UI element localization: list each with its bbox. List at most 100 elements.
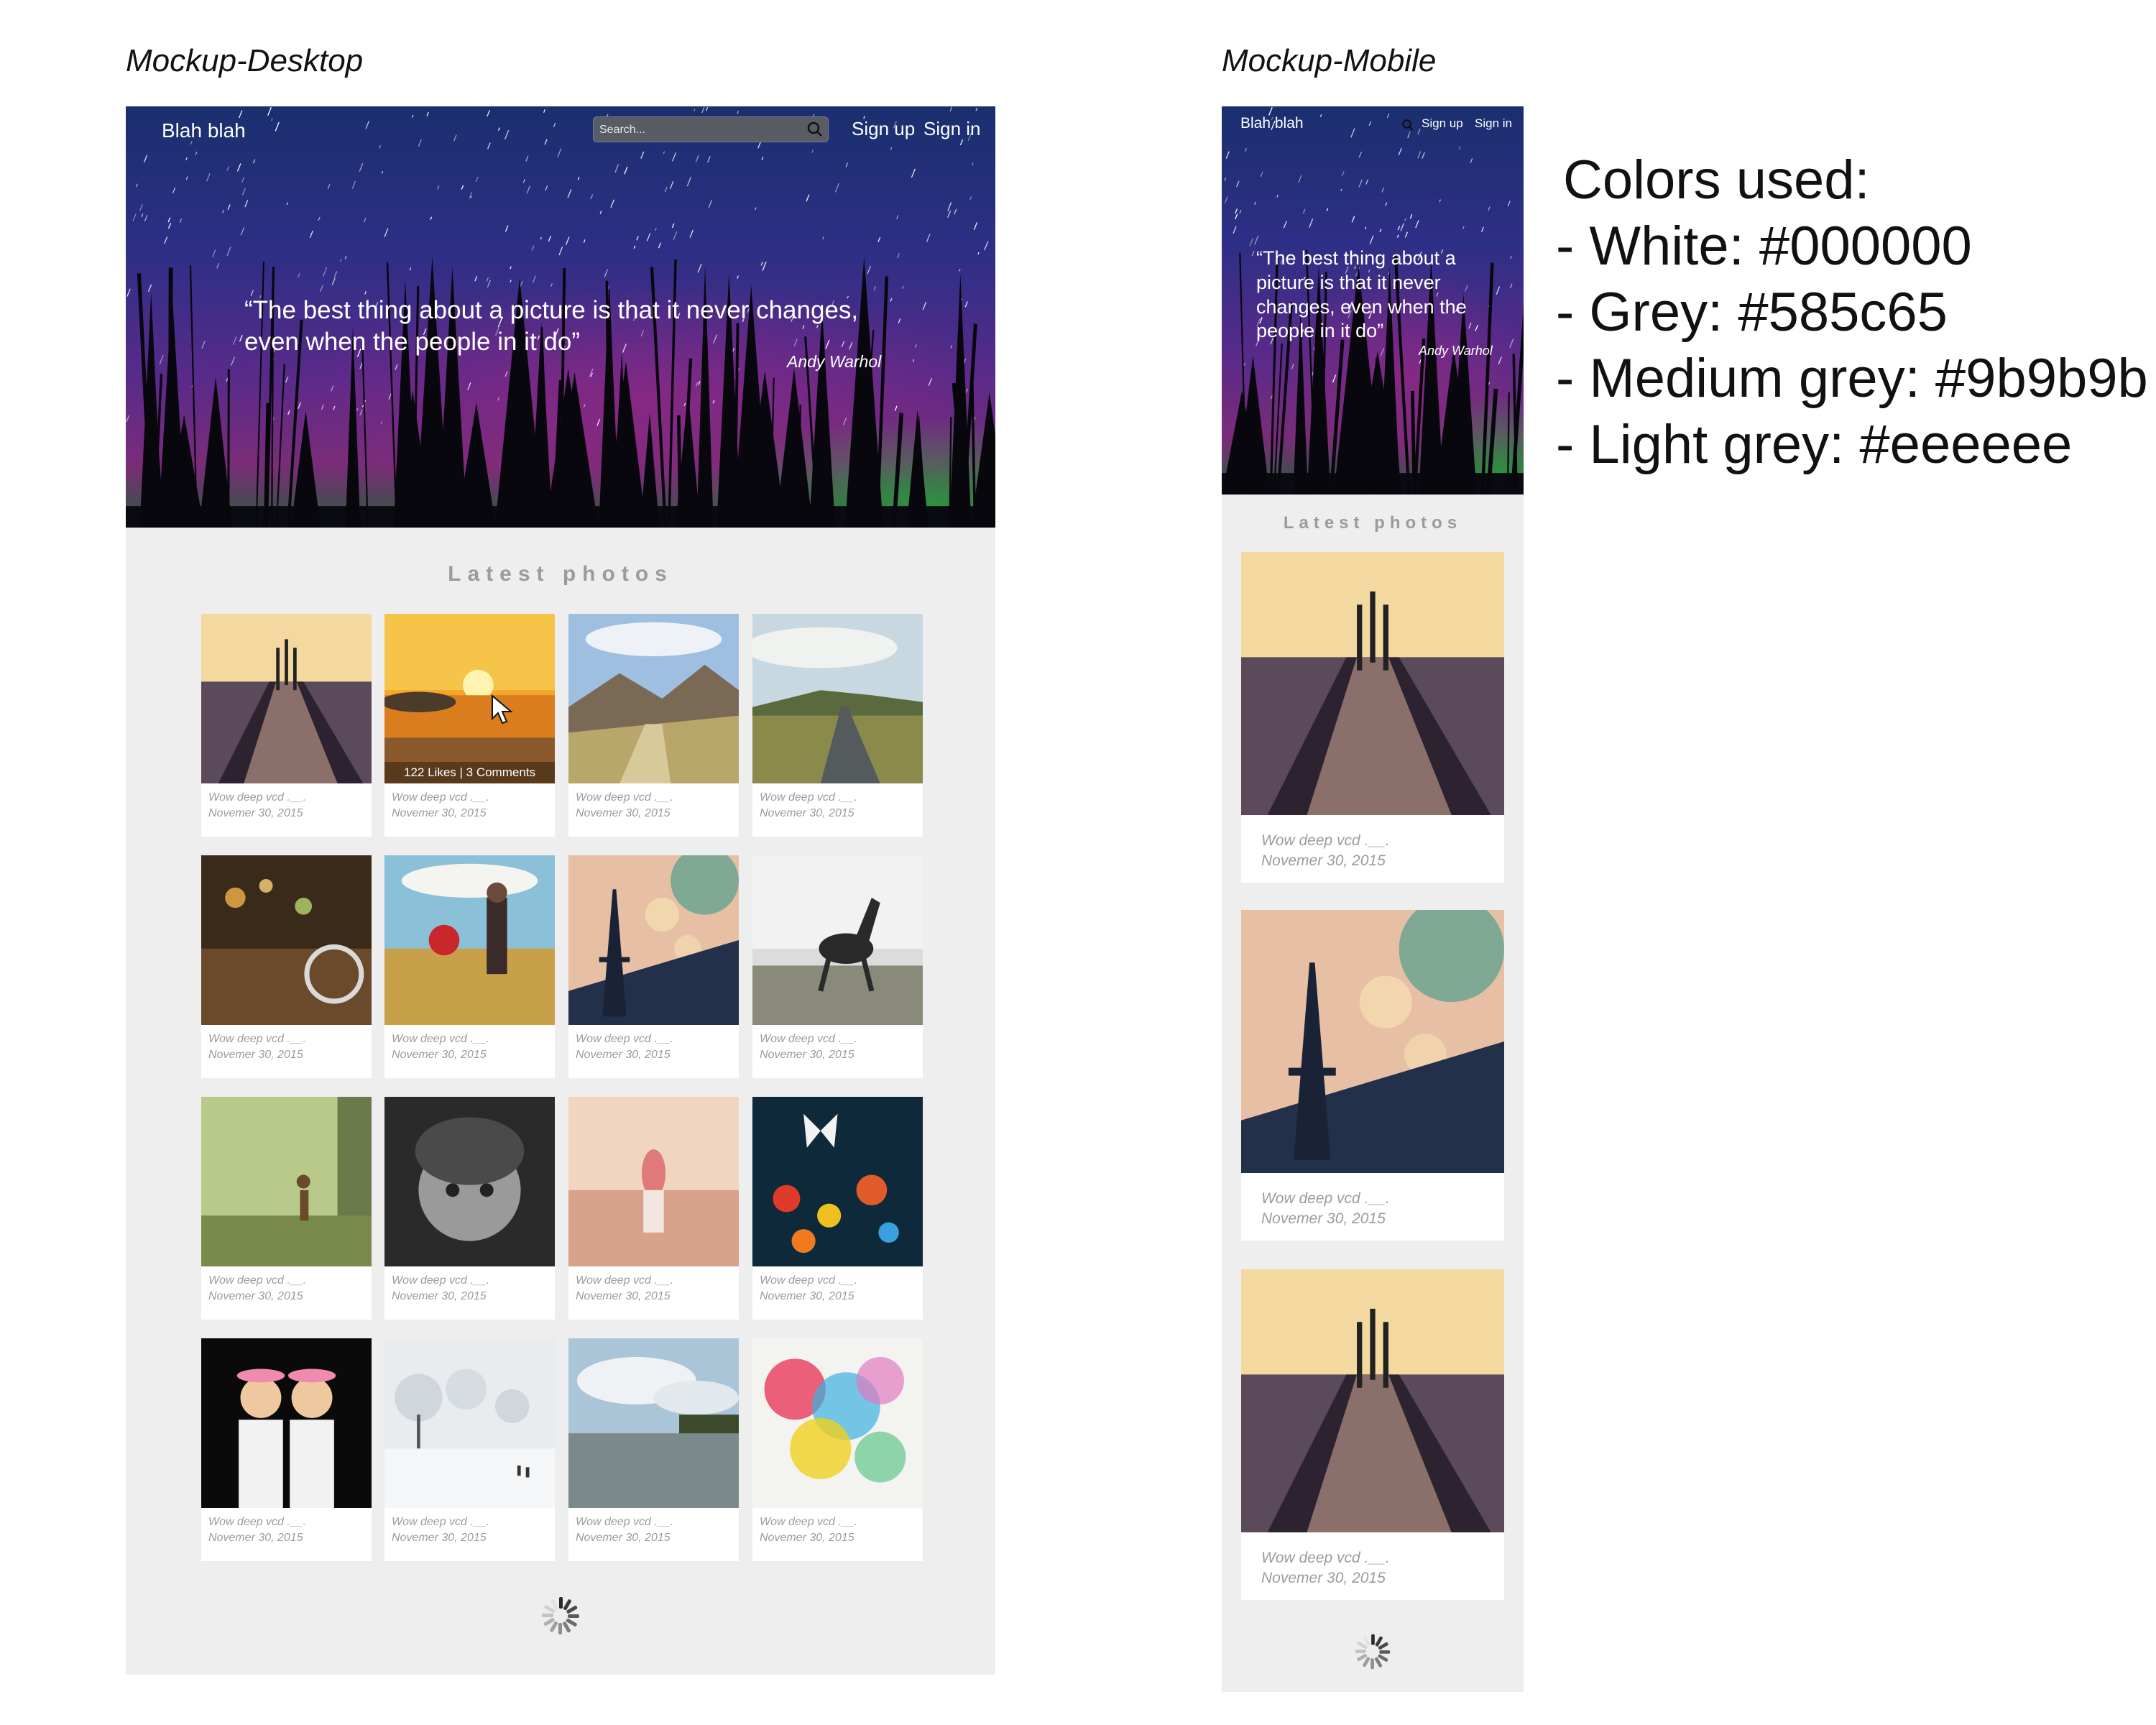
mobile-quote-author: Andy Warhol [1419, 344, 1493, 358]
photo-card[interactable]: Wow deep vcd .__. Novemer 30, 2015 [201, 614, 372, 837]
photo-hover-stats: 122 Likes | 3 Comments [384, 762, 555, 783]
photo-thumbnail[interactable] [752, 614, 923, 783]
photo-card[interactable]: Wow deep vcd .__. Novemer 30, 2015 [752, 1338, 923, 1561]
sign-in-link[interactable]: Sign in [923, 118, 981, 140]
photo-thumbnail[interactable] [201, 855, 372, 1025]
photo-card[interactable]: 122 Likes | 3 Comments Wow deep vcd .__. N… [384, 614, 555, 837]
photo-card[interactable]: Wow deep vcd .__. Novemer 30, 2015 [201, 1097, 372, 1320]
desktop-mockup: Blah blah Search... Sign up Sign in “The… [126, 106, 995, 1675]
colors-legend: Colors used: - White: #000000 - Grey: #5… [1556, 147, 2148, 478]
photo-card[interactable]: Wow deep vcd .__. Novemer 30, 2015 [752, 1097, 923, 1320]
photo-thumbnail[interactable] [384, 1097, 555, 1266]
photo-card[interactable]: Wow deep vcd .__. Novemer 30, 2015 [384, 855, 555, 1078]
mobile-photo-thumbnail[interactable] [1241, 910, 1504, 1173]
photo-date: Novemer 30, 2015 [760, 1290, 854, 1302]
photo-card[interactable]: Wow deep vcd .__. Novemer 30, 2015 [568, 855, 739, 1078]
photo-thumbnail[interactable] [201, 614, 372, 783]
mobile-photo-title: Wow deep vcd .__. [1261, 832, 1390, 849]
color-item-grey: - Grey: #585c65 [1556, 282, 1948, 343]
color-item-white: - White: #000000 [1556, 216, 1972, 277]
photo-thumbnail[interactable] [568, 855, 739, 1025]
photo-date: Novemer 30, 2015 [392, 807, 487, 819]
quote-author: Andy Warhol [787, 352, 882, 371]
photo-date: Novemer 30, 2015 [576, 1049, 671, 1061]
hero-quote: “The best thing about a picture is that … [244, 296, 859, 356]
photo-title: Wow deep vcd .__. [392, 1274, 490, 1287]
photo-card[interactable]: Wow deep vcd .__. Novemer 30, 2015 [568, 614, 739, 837]
photo-date: Novemer 30, 2015 [576, 1532, 671, 1544]
photo-card[interactable]: Wow deep vcd .__. Novemer 30, 2015 [201, 855, 372, 1078]
photo-thumbnail[interactable] [384, 614, 555, 783]
photo-thumbnail[interactable] [384, 855, 555, 1025]
site-logo[interactable]: Blah blah [162, 119, 246, 142]
mobile-sign-up-link[interactable]: Sign up [1422, 116, 1463, 131]
photo-date: Novemer 30, 2015 [760, 807, 854, 819]
photo-title: Wow deep vcd .__. [392, 791, 490, 804]
mobile-site-logo[interactable]: Blah blah [1240, 115, 1304, 132]
desktop-mockup-caption: Mockup-Desktop [126, 43, 364, 78]
mobile-loading-spinner-icon [1355, 1634, 1391, 1670]
search-icon[interactable] [806, 121, 824, 138]
photo-title: Wow deep vcd .__. [760, 1033, 858, 1045]
photo-title: Wow deep vcd .__. [760, 1274, 858, 1287]
photo-title: Wow deep vcd .__. [760, 1516, 858, 1528]
latest-photos-title: Latest photos [448, 562, 673, 586]
photo-card[interactable]: Wow deep vcd .__. Novemer 30, 2015 [201, 1338, 372, 1561]
photo-date: Novemer 30, 2015 [392, 1049, 487, 1061]
photo-date: Novemer 30, 2015 [208, 1049, 303, 1061]
mobile-photo-card[interactable]: Wow deep vcd .__. Novemer 30, 2015 [1241, 552, 1504, 883]
photo-card[interactable]: Wow deep vcd .__. Novemer 30, 2015 [568, 1338, 739, 1561]
photo-date: Novemer 30, 2015 [576, 1290, 671, 1302]
mobile-mockup-caption: Mockup-Mobile [1222, 43, 1437, 78]
photo-thumbnail[interactable] [201, 1338, 372, 1508]
mobile-sign-in-link[interactable]: Sign in [1475, 116, 1512, 131]
photo-date: Novemer 30, 2015 [576, 807, 671, 819]
colors-heading: Colors used: [1563, 150, 1870, 211]
photo-date: Novemer 30, 2015 [392, 1290, 487, 1302]
photo-card[interactable]: Wow deep vcd .__. Novemer 30, 2015 [752, 855, 923, 1078]
photo-title: Wow deep vcd .__. [576, 1033, 674, 1045]
photo-card[interactable]: Wow deep vcd .__. Novemer 30, 2015 [752, 614, 923, 837]
photo-thumbnail[interactable] [384, 1338, 555, 1508]
photo-title: Wow deep vcd .__. [576, 1516, 674, 1528]
mobile-photo-date: Novemer 30, 2015 [1261, 852, 1386, 869]
hero-banner: Blah blah Search... Sign up Sign in “The… [126, 106, 995, 528]
photo-date: Novemer 30, 2015 [760, 1049, 854, 1061]
mouse-cursor-icon [492, 694, 513, 724]
photo-title: Wow deep vcd .__. [576, 1274, 674, 1287]
photo-card[interactable]: Wow deep vcd .__. Novemer 30, 2015 [384, 1097, 555, 1320]
photo-card[interactable]: Wow deep vcd .__. Novemer 30, 2015 [568, 1097, 739, 1320]
search-input[interactable]: Search... [593, 116, 829, 142]
photo-title: Wow deep vcd .__. [392, 1033, 490, 1045]
mobile-latest-photos-title: Latest photos [1283, 513, 1462, 533]
mobile-photo-card[interactable]: Wow deep vcd .__. Novemer 30, 2015 [1241, 910, 1504, 1241]
mobile-mockup: Blah blah Sign up Sign in “The best thin… [1222, 106, 1524, 1692]
photo-title: Wow deep vcd .__. [392, 1516, 490, 1528]
photo-date: Novemer 30, 2015 [760, 1532, 854, 1544]
mobile-photo-card[interactable]: Wow deep vcd .__. Novemer 30, 2015 [1241, 1269, 1504, 1600]
photo-title: Wow deep vcd .__. [208, 1033, 307, 1045]
mobile-photo-title: Wow deep vcd .__. [1261, 1550, 1390, 1566]
photo-thumbnail[interactable] [752, 855, 923, 1025]
loading-spinner-icon [542, 1597, 579, 1634]
mobile-hero-banner: Blah blah Sign up Sign in “The best thin… [1222, 106, 1524, 494]
color-item-medium-grey: - Medium grey: #9b9b9b [1556, 348, 2148, 409]
photo-thumbnail[interactable] [568, 1338, 739, 1508]
photo-card[interactable]: Wow deep vcd .__. Novemer 30, 2015 [384, 1338, 555, 1561]
mobile-photo-thumbnail[interactable] [1241, 552, 1504, 815]
photo-thumbnail[interactable] [752, 1097, 923, 1266]
photo-title: Wow deep vcd .__. [760, 791, 858, 804]
sign-up-link[interactable]: Sign up [852, 118, 915, 140]
photo-date: Novemer 30, 2015 [392, 1532, 487, 1544]
mobile-photo-title: Wow deep vcd .__. [1261, 1190, 1390, 1207]
photo-thumbnail[interactable] [568, 1097, 739, 1266]
mobile-photo-date: Novemer 30, 2015 [1261, 1570, 1386, 1586]
mobile-search-icon[interactable] [1401, 119, 1414, 132]
photo-date: Novemer 30, 2015 [208, 807, 303, 819]
mobile-photo-thumbnail[interactable] [1241, 1269, 1504, 1532]
photo-thumbnail[interactable] [752, 1338, 923, 1508]
photo-thumbnail[interactable] [568, 614, 739, 783]
photo-title: Wow deep vcd .__. [208, 791, 307, 804]
photo-thumbnail[interactable] [201, 1097, 372, 1266]
search-placeholder: Search... [599, 124, 646, 136]
